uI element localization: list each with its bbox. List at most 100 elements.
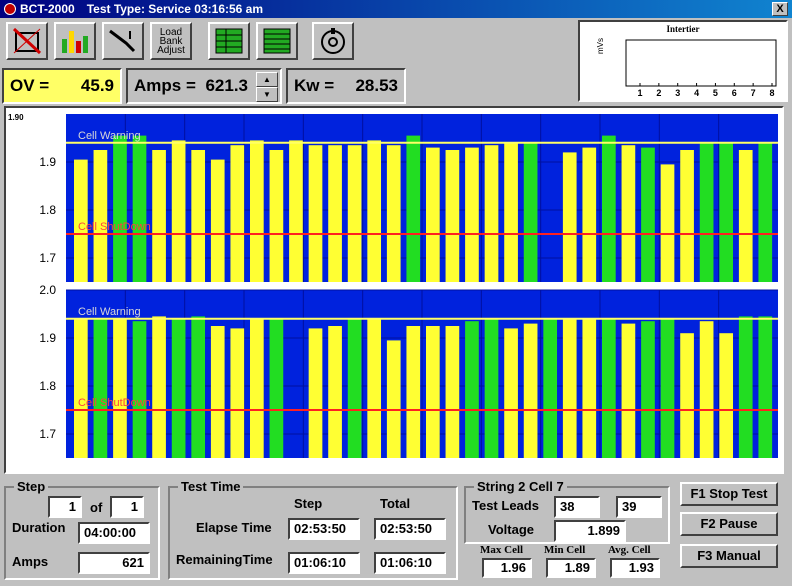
cell-bar <box>562 152 577 282</box>
cell-bar <box>582 147 597 282</box>
discharge-curve-button[interactable] <box>102 22 144 60</box>
step-value-field: 1 <box>48 496 82 518</box>
test-lead-1-field: 38 <box>554 496 600 518</box>
cell-bar <box>308 145 323 282</box>
avg-cell-label: Avg. Cell <box>608 544 651 556</box>
cell-bar <box>426 326 440 458</box>
cell-bar <box>543 318 558 458</box>
close-button[interactable]: X <box>772 2 788 16</box>
min-cell-field: 1.89 <box>546 558 596 578</box>
cell-bar <box>347 145 362 282</box>
ov-readout: OV = 45.9 <box>2 68 122 104</box>
intertier-tick-label: 4 <box>694 88 699 98</box>
window-title: BCT-2000 <box>20 2 75 16</box>
total-column-header: Total <box>380 496 411 511</box>
cell-bar <box>406 135 421 282</box>
cell-bar <box>406 326 421 458</box>
battery-disconnect-button[interactable] <box>6 22 48 60</box>
load-bank-adjust-label: Load Bank Adjust <box>157 26 185 56</box>
f2-pause-button[interactable]: F2 Pause <box>680 512 778 536</box>
step-amps-field[interactable]: 621 <box>78 552 150 574</box>
data-table-button[interactable] <box>208 22 250 60</box>
remaining-total-field: 01:06:10 <box>374 552 446 574</box>
cell-warning-label: Cell Warning <box>78 130 141 142</box>
cell-bar <box>250 140 264 282</box>
remaining-step-field: 01:06:10 <box>288 552 360 574</box>
y-tick-label: 2.0 <box>39 283 56 297</box>
duration-field[interactable]: 04:00:00 <box>78 522 150 544</box>
elapse-time-label: Elapse Time <box>196 520 272 535</box>
elapse-step-field: 02:53:50 <box>288 518 360 540</box>
cell-bar <box>621 145 636 282</box>
report-button[interactable] <box>256 22 298 60</box>
step-panel-title: Step <box>14 479 49 494</box>
duration-label: Duration <box>12 520 66 535</box>
cell-bar <box>523 142 538 282</box>
cell-bar <box>210 326 225 458</box>
cell-bar <box>93 150 108 282</box>
cell-bar <box>602 318 616 458</box>
load-bank-adjust-button[interactable]: Load Bank Adjust <box>150 22 192 60</box>
cell-bar <box>347 318 362 458</box>
cell-bar <box>171 318 186 458</box>
cell-bar <box>621 323 636 458</box>
disk-icon <box>321 28 345 54</box>
cell-bar <box>504 142 518 282</box>
intertier-tick-label: 7 <box>751 88 756 98</box>
step-column-header: Step <box>294 496 323 511</box>
intertier-tick-label: 5 <box>713 88 718 98</box>
cell-bar <box>113 318 127 458</box>
cell-bar <box>93 318 108 458</box>
cell-bar <box>386 340 401 458</box>
cell-bar <box>719 333 734 458</box>
cell-bar <box>484 318 499 458</box>
cell-bar <box>152 150 166 282</box>
f3-manual-button[interactable]: F3 Manual <box>680 544 778 568</box>
cell-bar <box>504 328 518 458</box>
string-cell-panel: String 2 Cell 7 Test Leads 38 39 Voltage… <box>464 479 670 544</box>
step-panel: Step 1 of 1 Duration 04:00:00 Amps 621 <box>4 479 160 580</box>
cell-bar <box>191 150 206 282</box>
cell-bar <box>699 321 714 458</box>
ov-value: 45.9 <box>80 76 114 95</box>
y-tick-label: 1.7 <box>39 251 56 265</box>
amps-label: Amps = <box>134 76 196 95</box>
intertier-tick-label: 3 <box>675 88 680 98</box>
cell-bar <box>738 150 753 282</box>
cell-bar <box>426 147 440 282</box>
avg-cell-field: 1.93 <box>610 558 660 578</box>
cell-bar <box>758 316 773 458</box>
cell-bar <box>191 316 206 458</box>
intertier-tick-label: 6 <box>732 88 737 98</box>
bar-graph-button[interactable] <box>54 22 96 60</box>
cell-bar <box>250 318 264 458</box>
string-cell-title: String 2 Cell 7 <box>474 479 567 494</box>
cell-bar <box>171 140 186 282</box>
amps-down-button[interactable]: ▼ <box>256 87 278 102</box>
y-tick-label: 1.8 <box>39 203 56 217</box>
window-subtitle: Test Type: Service 03:16:56 am <box>86 2 264 16</box>
kw-value: 28.53 <box>355 76 398 95</box>
cell-bar <box>523 323 538 458</box>
y-tick-label: 1.9 <box>39 331 56 345</box>
cell-bar <box>74 318 88 458</box>
test-time-panel: Test Time Step Total Elapse Time 02:53:5… <box>168 479 458 580</box>
cell-bar <box>582 318 597 458</box>
cell-voltage-chart: 1.90 1.9 1.8 1.7 Cell Warning Cell ShutDown 2.… <box>4 106 784 474</box>
test-time-title: Test Time <box>178 479 244 494</box>
cell-bar <box>210 159 225 282</box>
cell-bar <box>641 321 655 458</box>
cell-bar <box>465 147 479 282</box>
amps-up-button[interactable]: ▲ <box>256 72 278 87</box>
table-icon <box>215 28 243 54</box>
cell-bar <box>269 150 284 282</box>
ov-label: OV = <box>10 76 50 95</box>
cell-bar <box>738 316 753 458</box>
intertier-tick-label: 1 <box>637 88 642 98</box>
kw-label: Kw = <box>294 76 335 95</box>
f1-stop-test-button[interactable]: F1 Stop Test <box>680 482 778 506</box>
cell-bar <box>308 328 323 458</box>
disk-button[interactable] <box>312 22 354 60</box>
y-tick-label: 1.8 <box>39 379 56 393</box>
discharge-curve-icon <box>109 29 136 53</box>
